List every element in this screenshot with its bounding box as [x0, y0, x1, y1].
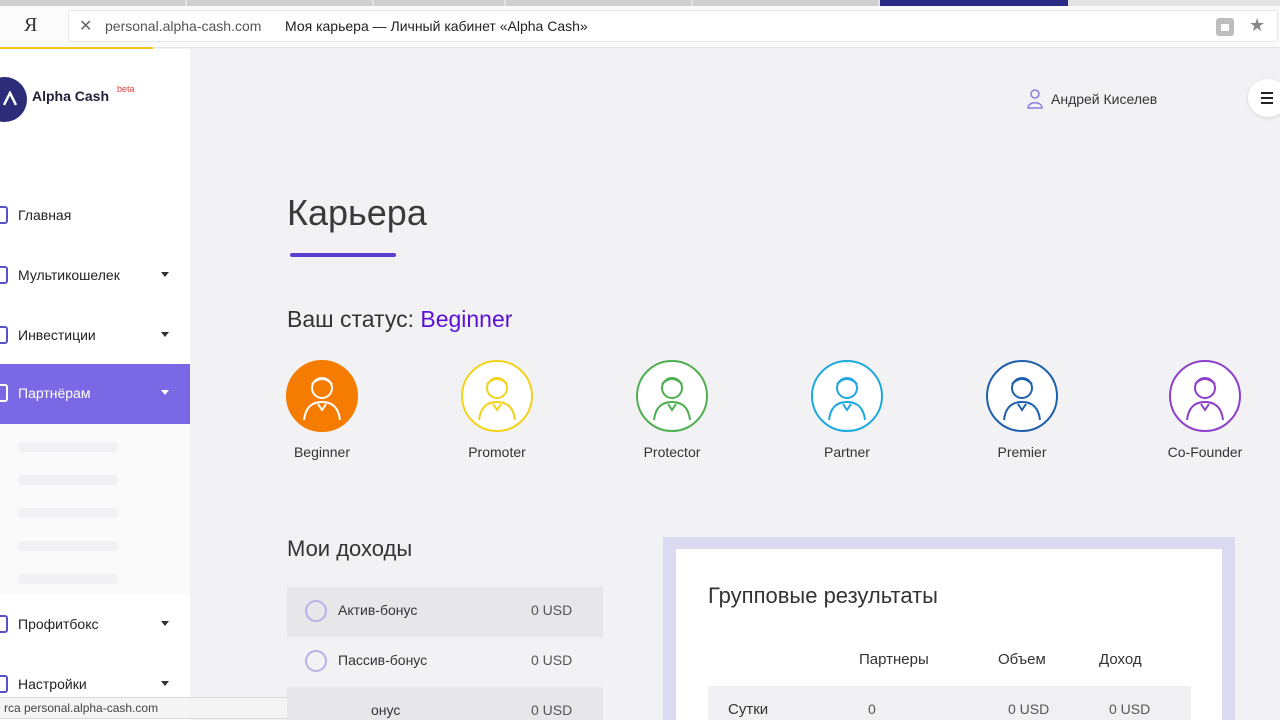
- group-volume-value: 0 USD: [1008, 701, 1050, 717]
- rank-label: Co-Founder: [1167, 444, 1243, 460]
- chevron-down-icon: [161, 681, 169, 686]
- rank-avatar-icon: [286, 360, 358, 432]
- browser-tab-active[interactable]: [880, 0, 1068, 6]
- incomes-title: Мои доходы: [287, 536, 413, 561]
- submenu-item[interactable]: [18, 442, 118, 452]
- rank-avatar-icon: [636, 360, 708, 432]
- income-value: 0 USD: [531, 702, 573, 718]
- sidebar-item-investments[interactable]: Инвестиции: [0, 306, 190, 366]
- rank-label: Promoter: [468, 444, 526, 460]
- rank-avatar-icon: [461, 360, 533, 432]
- profitbox-icon: [0, 615, 8, 633]
- sidebar-item-multiwallet[interactable]: Мультикошелек: [0, 246, 190, 306]
- user-name[interactable]: Андрей Киселев: [1051, 91, 1157, 107]
- sidebar-item-partners[interactable]: Партнёрам: [0, 364, 190, 424]
- income-row: Актив-бонус 0 USD: [287, 587, 603, 637]
- browser-tab[interactable]: [506, 0, 691, 6]
- rank-avatar-icon: [1169, 360, 1241, 432]
- address-bar[interactable]: ✕ personal.alpha-cash.com Моя карьера — …: [68, 10, 1278, 42]
- group-header-volume: Объем: [998, 651, 1046, 668]
- lock-icon[interactable]: [1216, 18, 1234, 36]
- income-row: онус 0 USD: [287, 687, 603, 720]
- chevron-down-icon: [161, 390, 169, 395]
- user-icon: [1027, 89, 1043, 109]
- status-label: Ваш статус:: [287, 306, 414, 332]
- investments-icon: [0, 326, 8, 344]
- settings-icon: [0, 675, 8, 693]
- percent-icon: [305, 650, 327, 672]
- gift-icon: [305, 600, 327, 622]
- chevron-down-icon: [161, 272, 169, 277]
- hamburger-icon: [1261, 102, 1273, 104]
- group-partners-value: 0: [868, 701, 876, 717]
- income-label: Актив-бонус: [338, 602, 418, 618]
- submenu-item[interactable]: [18, 475, 118, 485]
- group-period: Сутки: [728, 701, 769, 718]
- income-value: 0 USD: [531, 602, 573, 618]
- sidebar-item-home[interactable]: Главная: [0, 186, 190, 246]
- browser-toolbar: Я ✕ personal.alpha-cash.com Моя карьера …: [0, 0, 1280, 48]
- rank-label: Partner: [824, 444, 870, 460]
- status-value: Beginner: [420, 306, 513, 332]
- sidebar: Alpha Cash beta Главная Мультикошелек Ин…: [0, 49, 190, 720]
- rank-avatar-icon: [986, 360, 1058, 432]
- rank-label: Premier: [997, 444, 1047, 460]
- sidebar-item-profitbox[interactable]: Профитбокс: [0, 595, 190, 655]
- chevron-down-icon: [161, 621, 169, 626]
- group-header-income: Доход: [1099, 651, 1142, 668]
- sidebar-item-label: Настройки: [18, 676, 87, 692]
- sidebar-item-label: Мультикошелек: [18, 267, 120, 283]
- income-row: Пассив-бонус 0 USD: [287, 637, 603, 687]
- sidebar-item-label: Профитбокс: [18, 616, 99, 632]
- page-title: Карьера: [287, 192, 427, 233]
- browser-tab[interactable]: [187, 0, 372, 6]
- logo-text[interactable]: Alpha Cash: [32, 88, 109, 104]
- star-icon[interactable]: ★: [1249, 15, 1265, 36]
- income-label: онус: [371, 702, 401, 718]
- group-income-value: 0 USD: [1109, 701, 1151, 717]
- hamburger-icon: [1261, 92, 1273, 94]
- close-icon[interactable]: ✕: [79, 16, 92, 35]
- browser-tab[interactable]: [693, 0, 878, 6]
- home-icon: [0, 206, 8, 224]
- hamburger-icon: [1261, 97, 1273, 99]
- group-results-title: Групповые результаты: [708, 583, 938, 608]
- wallet-icon: [0, 266, 8, 284]
- title-underline: [290, 253, 396, 257]
- menu-button[interactable]: [1248, 79, 1280, 117]
- submenu-item[interactable]: [18, 574, 118, 584]
- sidebar-item-label: Инвестиции: [18, 327, 96, 343]
- chevron-down-icon: [161, 332, 169, 337]
- address-domain: personal.alpha-cash.com: [105, 18, 262, 34]
- career-status: Ваш статус: Beginner: [287, 306, 512, 333]
- submenu-item[interactable]: [18, 541, 118, 551]
- submenu-item[interactable]: [18, 508, 118, 518]
- beta-badge: beta: [117, 84, 135, 94]
- rank-avatar-icon: [811, 360, 883, 432]
- rank-label: Protector: [643, 444, 701, 460]
- partners-icon: [0, 384, 8, 402]
- group-header-partners: Партнеры: [859, 651, 929, 668]
- partners-submenu: [0, 424, 190, 594]
- sidebar-item-label: Главная: [18, 207, 72, 223]
- sidebar-item-label: Партнёрам: [18, 385, 91, 401]
- rank-label: Beginner: [293, 444, 351, 460]
- income-label: Пассив-бонус: [338, 652, 428, 668]
- tab-strip: [0, 0, 1280, 6]
- browser-tab[interactable]: [374, 0, 504, 6]
- address-page-title: Моя карьера — Личный кабинет «Alpha Cash…: [285, 18, 588, 34]
- browser-tab[interactable]: [0, 0, 185, 6]
- yandex-logo-icon[interactable]: Я: [24, 14, 44, 38]
- income-value: 0 USD: [531, 652, 573, 668]
- logo-icon[interactable]: [0, 77, 27, 122]
